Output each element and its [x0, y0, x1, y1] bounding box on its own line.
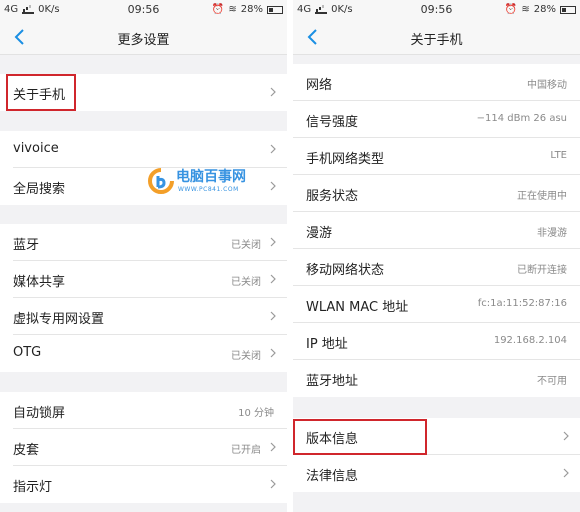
chevron-right-icon — [563, 468, 569, 478]
page-title: 关于手机 — [410, 33, 463, 48]
item-label: OTG — [13, 345, 42, 360]
item-value: 非漫游 — [537, 228, 567, 239]
settings-item-vpn[interactable]: 虚拟专用网设置 — [0, 298, 287, 335]
watermark-text: 电脑百事网 — [176, 169, 246, 185]
item-value: 已关闭 — [231, 240, 261, 251]
chevron-right-icon — [270, 348, 276, 358]
chevron-right-icon — [270, 479, 276, 489]
item-label: 网络 — [306, 78, 333, 93]
item-label: 皮套 — [13, 443, 40, 458]
item-label: 蓝牙 — [13, 238, 40, 253]
info-row-bluetooth-address: 蓝牙地址 不可用 — [293, 360, 580, 397]
title-bar: 关于手机 — [293, 20, 580, 55]
chevron-right-icon — [270, 87, 276, 97]
item-label: WLAN MAC 地址 — [306, 300, 409, 315]
chevron-right-icon — [563, 431, 569, 441]
settings-item-indicator-light[interactable]: 指示灯 — [0, 466, 287, 503]
about-phone-screen: 4G 0K/s 09:56 ⏰ ≋ 28% 关于手机 网络 中国移动 信号强度 … — [293, 0, 580, 512]
settings-item-legal-info[interactable]: 法律信息 — [293, 455, 580, 492]
title-bar: 更多设置 — [0, 20, 287, 55]
settings-item-about-phone[interactable]: 关于手机 — [0, 74, 287, 111]
alarm-icon: ⏰ — [504, 4, 518, 15]
item-value: fc:1a:11:52:87:16 — [477, 298, 567, 309]
info-row-roaming: 漫游 非漫游 — [293, 212, 580, 249]
more-settings-screen: 4G 0K/s 09:56 ⏰ ≋ 28% 更多设置 关于手机 vivoice … — [0, 0, 287, 512]
settings-item-otg[interactable]: OTG 已关闭 — [0, 335, 287, 372]
wifi-icon: ≋ — [228, 4, 237, 15]
item-label: vivoice — [13, 141, 59, 156]
chevron-right-icon — [270, 274, 276, 284]
battery-icon — [267, 5, 283, 14]
item-value: LTE — [550, 150, 567, 161]
item-label: 媒体共享 — [13, 275, 66, 290]
watermark-url: WWW.PC841.COM — [178, 186, 239, 193]
item-value: 已关闭 — [231, 277, 261, 288]
item-label: 服务状态 — [306, 189, 359, 204]
battery-percent: 28% — [240, 4, 263, 15]
settings-item-media-share[interactable]: 媒体共享 已关闭 — [0, 261, 287, 298]
item-value: 已关闭 — [231, 351, 261, 362]
watermark-logo-icon — [148, 168, 174, 194]
info-row-service-state: 服务状态 正在使用中 — [293, 175, 580, 212]
item-label: 自动锁屏 — [13, 406, 66, 421]
item-value: 已开启 — [231, 445, 261, 456]
info-row-signal-strength: 信号强度 −114 dBm 26 asu — [293, 101, 580, 138]
settings-item-auto-lock[interactable]: 自动锁屏 10 分钟 — [0, 392, 287, 429]
battery-percent: 28% — [533, 4, 556, 15]
status-bar: 4G 0K/s 09:56 ⏰ ≋ 28% — [0, 0, 287, 20]
item-value: 192.168.2.104 — [493, 335, 567, 346]
item-value: 不可用 — [537, 376, 567, 387]
battery-icon — [560, 5, 576, 14]
info-row-wlan-mac: WLAN MAC 地址 fc:1a:11:52:87:16 — [293, 286, 580, 323]
item-label: 信号强度 — [306, 115, 359, 130]
item-label: 全局搜索 — [13, 182, 66, 197]
info-row-mobile-network-state: 移动网络状态 已断开连接 — [293, 249, 580, 286]
item-value: 正在使用中 — [517, 191, 567, 202]
item-label: IP 地址 — [306, 337, 348, 352]
info-row-ip-address: IP 地址 192.168.2.104 — [293, 323, 580, 360]
chevron-right-icon — [270, 144, 276, 154]
chevron-right-icon — [270, 311, 276, 321]
item-label: 指示灯 — [13, 480, 53, 495]
info-row-network-type: 手机网络类型 LTE — [293, 138, 580, 175]
item-label: 手机网络类型 — [306, 152, 385, 167]
chevron-right-icon — [270, 181, 276, 191]
settings-item-cover[interactable]: 皮套 已开启 — [0, 429, 287, 466]
item-label: 蓝牙地址 — [306, 374, 359, 389]
item-label: 法律信息 — [306, 469, 359, 484]
item-label: 移动网络状态 — [306, 263, 385, 278]
item-value: 中国移动 — [527, 80, 567, 91]
settings-item-bluetooth[interactable]: 蓝牙 已关闭 — [0, 224, 287, 261]
item-value: −114 dBm 26 asu — [476, 113, 567, 124]
item-label: 漫游 — [306, 226, 333, 241]
item-label: 虚拟专用网设置 — [13, 312, 105, 327]
page-title: 更多设置 — [117, 33, 170, 48]
info-row-network: 网络 中国移动 — [293, 64, 580, 101]
alarm-icon: ⏰ — [211, 4, 225, 15]
item-value: 10 分钟 — [238, 408, 274, 419]
item-label: 版本信息 — [306, 432, 359, 447]
site-watermark: 电脑百事网 WWW.PC841.COM — [148, 166, 268, 206]
status-bar: 4G 0K/s 09:56 ⏰ ≋ 28% — [293, 0, 580, 20]
item-value: 已断开连接 — [517, 265, 567, 276]
item-label: 关于手机 — [13, 88, 66, 103]
wifi-icon: ≋ — [521, 4, 530, 15]
settings-item-version-info[interactable]: 版本信息 — [293, 418, 580, 455]
settings-item-vivoice[interactable]: vivoice — [0, 131, 287, 168]
chevron-right-icon — [270, 442, 276, 452]
chevron-right-icon — [270, 237, 276, 247]
